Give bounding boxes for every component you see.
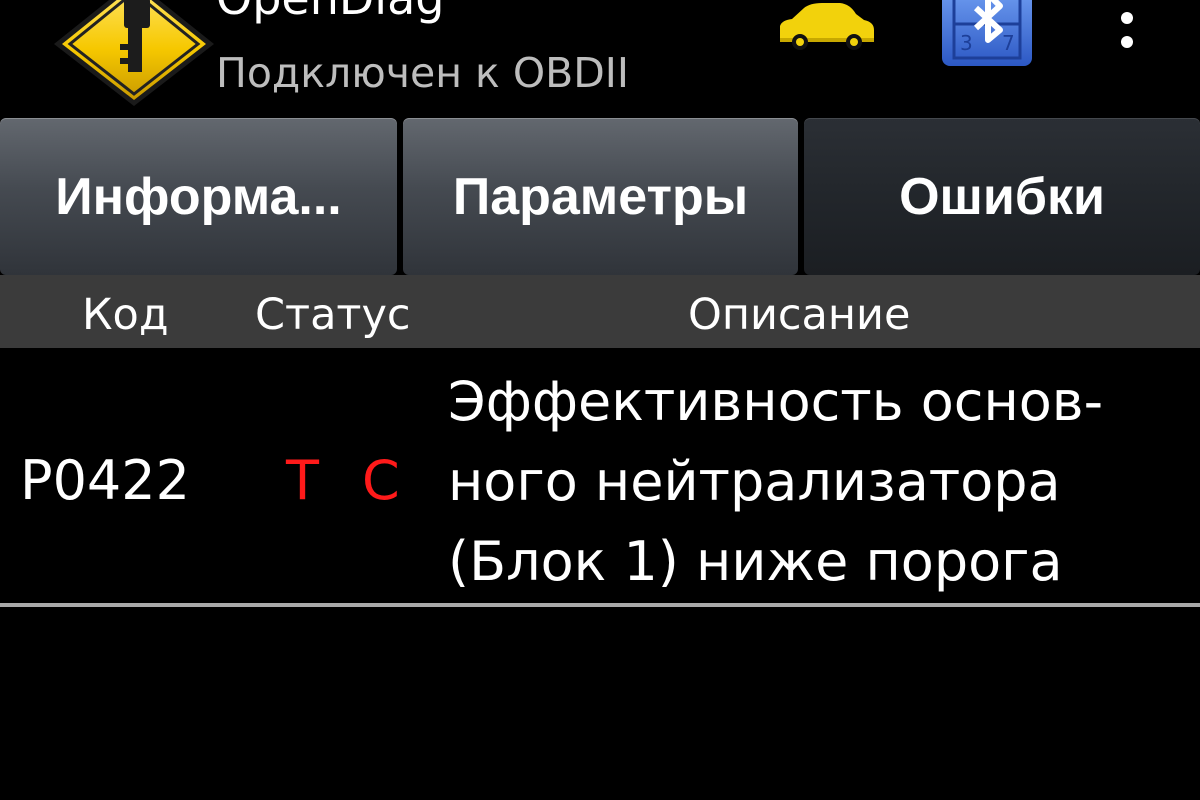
- status-flag-t: T: [286, 449, 319, 512]
- app-title: OpenDiag: [216, 0, 444, 23]
- error-description: Эффективность основ- ного нейтрализатора…: [448, 362, 1193, 602]
- tab-parameters[interactable]: Параметры: [403, 118, 798, 275]
- tab-bar: Информа... Параметры Ошибки: [0, 118, 1200, 275]
- column-header-code: Код: [82, 290, 169, 340]
- svg-text:3: 3: [960, 31, 973, 55]
- overflow-menu-icon[interactable]: [1112, 0, 1142, 56]
- key-road-sign-icon[interactable]: [52, 0, 216, 108]
- error-code: P0422: [20, 449, 190, 512]
- column-header-status: Статус: [255, 290, 411, 340]
- svg-text:7: 7: [1002, 31, 1015, 55]
- bluetooth-icon[interactable]: 3 7: [940, 0, 1035, 68]
- connection-status: Подключен к OBDII: [216, 49, 629, 97]
- tab-errors[interactable]: Ошибки: [804, 118, 1200, 275]
- tab-information[interactable]: Информа...: [0, 118, 397, 275]
- screen: OpenDiag Подключен к OBDII 3 7: [0, 0, 1200, 800]
- action-bar: OpenDiag Подключен к OBDII 3 7: [0, 0, 1200, 112]
- column-header-description: Описание: [688, 290, 911, 340]
- row-divider: [0, 603, 1200, 607]
- description-line: (Блок 1) ниже порога: [448, 530, 1063, 593]
- description-line: Эффективность основ-: [448, 370, 1104, 433]
- status-flag-c: C: [362, 449, 400, 512]
- table-header: Код Статус Описание: [0, 275, 1200, 348]
- car-icon[interactable]: [770, 0, 880, 50]
- description-line: ного нейтрализатора: [448, 450, 1061, 513]
